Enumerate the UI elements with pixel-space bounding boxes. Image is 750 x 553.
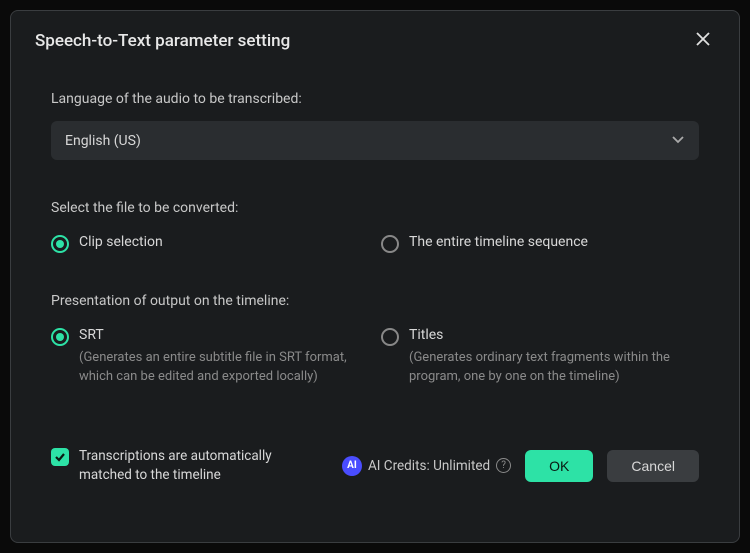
output-label: Presentation of output on the timeline: bbox=[51, 293, 699, 309]
dialog-header: Speech-to-Text parameter setting bbox=[11, 11, 739, 61]
radio-icon-unselected bbox=[381, 235, 399, 253]
file-select-label: Select the file to be converted: bbox=[51, 200, 699, 216]
radio-srt-label: SRT bbox=[79, 327, 359, 343]
dialog-footer: Transcriptions are automatically matched… bbox=[51, 427, 699, 485]
stt-settings-dialog: Speech-to-Text parameter setting Languag… bbox=[10, 10, 740, 543]
radio-titles-label: Titles bbox=[409, 327, 689, 343]
radio-titles-desc: (Generates ordinary text fragments withi… bbox=[409, 349, 689, 387]
radio-clip-label: Clip selection bbox=[79, 234, 163, 250]
info-icon[interactable]: ? bbox=[496, 458, 511, 473]
radio-entire-label: The entire timeline sequence bbox=[409, 234, 588, 250]
radio-icon-selected bbox=[51, 328, 69, 346]
language-label: Language of the audio to be transcribed: bbox=[51, 91, 699, 107]
radio-icon-selected bbox=[51, 235, 69, 253]
language-value: English (US) bbox=[65, 133, 141, 149]
language-select[interactable]: English (US) bbox=[51, 121, 699, 160]
file-select-group: Clip selection The entire timeline seque… bbox=[51, 234, 699, 253]
ai-credits-display: AI AI Credits: Unlimited ? bbox=[342, 456, 511, 476]
auto-match-checkbox[interactable]: Transcriptions are automatically matched… bbox=[51, 447, 341, 485]
close-icon bbox=[695, 31, 711, 51]
ai-badge-icon: AI bbox=[342, 456, 362, 476]
dialog-content: Language of the audio to be transcribed:… bbox=[11, 61, 739, 484]
checkbox-checked-icon bbox=[51, 448, 69, 466]
radio-icon-unselected bbox=[381, 328, 399, 346]
dialog-title: Speech-to-Text parameter setting bbox=[35, 31, 290, 51]
auto-match-label: Transcriptions are automatically matched… bbox=[79, 447, 309, 485]
chevron-down-icon bbox=[671, 131, 685, 150]
radio-srt[interactable]: SRT (Generates an entire subtitle file i… bbox=[51, 327, 381, 387]
radio-clip-selection[interactable]: Clip selection bbox=[51, 234, 381, 253]
radio-titles[interactable]: Titles (Generates ordinary text fragment… bbox=[381, 327, 699, 387]
ok-button[interactable]: OK bbox=[525, 450, 593, 482]
radio-srt-desc: (Generates an entire subtitle file in SR… bbox=[79, 349, 359, 387]
output-group: SRT (Generates an entire subtitle file i… bbox=[51, 327, 699, 387]
radio-entire-timeline[interactable]: The entire timeline sequence bbox=[381, 234, 699, 253]
ai-credits-text: AI Credits: Unlimited bbox=[368, 458, 490, 474]
cancel-button[interactable]: Cancel bbox=[607, 450, 699, 482]
close-button[interactable] bbox=[691, 29, 715, 53]
